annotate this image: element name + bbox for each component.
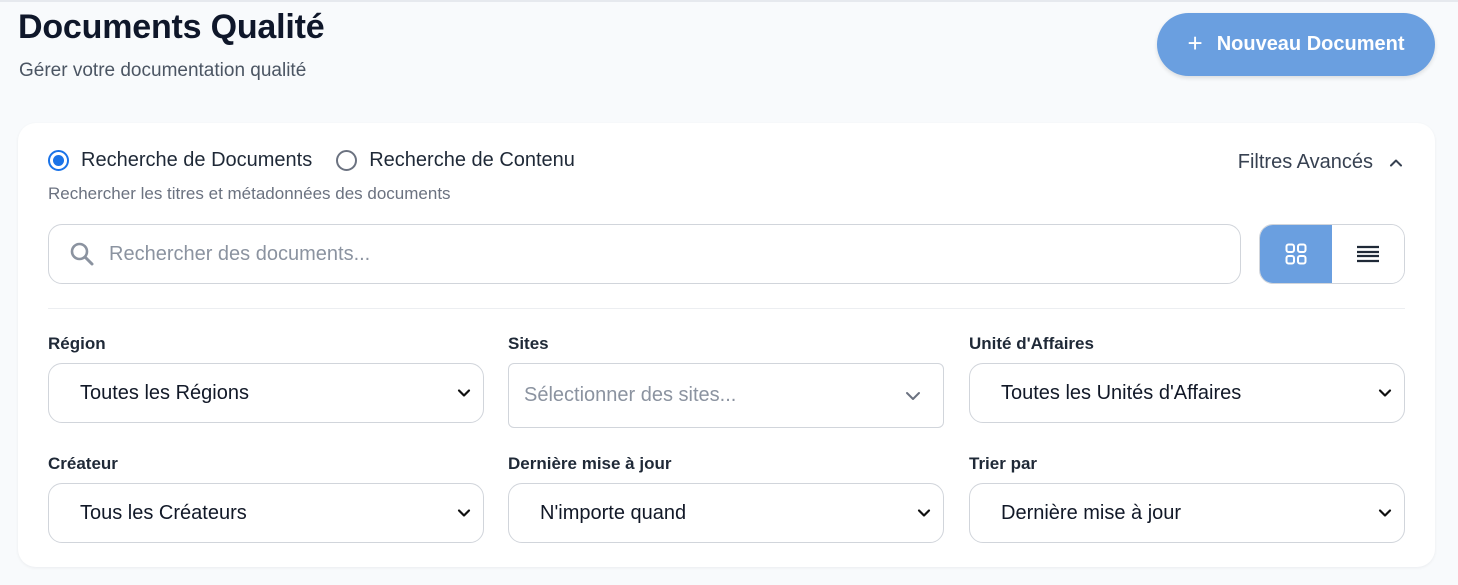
- last-update-label: Dernière mise à jour: [508, 454, 672, 473]
- filter-business-unit: Unité d'Affaires Toutes les Unités d'Aff…: [969, 334, 1405, 423]
- search-input[interactable]: [109, 242, 1240, 266]
- region-select-value: Toutes les Régions: [80, 381, 249, 404]
- radio-content-search[interactable]: Recherche de Contenu: [336, 149, 575, 172]
- filter-creator: Créateur Tous les Créateurs: [48, 454, 484, 543]
- plus-icon: +: [1187, 28, 1203, 58]
- creator-label: Créateur: [48, 454, 118, 473]
- creator-select[interactable]: Tous les Créateurs: [48, 483, 484, 543]
- region-label: Région: [48, 334, 106, 353]
- chevron-down-icon: [906, 391, 920, 400]
- grid-view-button[interactable]: [1260, 225, 1332, 283]
- creator-select-value: Tous les Créateurs: [80, 501, 247, 524]
- sites-placeholder: Sélectionner des sites...: [524, 384, 737, 406]
- filter-sites: Sites Sélectionner des sites...: [508, 334, 944, 428]
- divider: [48, 308, 1405, 309]
- sort-by-label: Trier par: [969, 454, 1038, 473]
- business-unit-select-value: Toutes les Unités d'Affaires: [1001, 381, 1242, 404]
- sites-multiselect[interactable]: Sélectionner des sites...: [508, 363, 944, 428]
- chevron-down-icon: [1378, 389, 1392, 397]
- filter-last-update: Dernière mise à jour N'importe quand: [508, 454, 944, 543]
- advanced-filters-label: Filtres Avancés: [1237, 151, 1373, 173]
- sites-label: Sites: [508, 334, 549, 353]
- business-unit-label: Unité d'Affaires: [969, 334, 1094, 353]
- filter-sort-by: Trier par Dernière mise à jour: [969, 454, 1405, 543]
- sort-by-select[interactable]: Dernière mise à jour: [969, 483, 1405, 543]
- chevron-down-icon: [457, 389, 471, 397]
- grid-icon: [1285, 243, 1307, 265]
- last-update-select[interactable]: N'importe quand: [508, 483, 944, 543]
- chevron-down-icon: [1378, 509, 1392, 517]
- sort-by-select-value: Dernière mise à jour: [1001, 501, 1182, 524]
- chevron-down-icon: [457, 509, 471, 517]
- search-mode-hint: Rechercher les titres et métadonnées des…: [48, 184, 451, 203]
- filter-region: Région Toutes les Régions: [48, 334, 484, 423]
- page-title: Documents Qualité: [18, 8, 325, 46]
- search-filter-panel: Recherche de Documents Recherche de Cont…: [18, 123, 1435, 567]
- search-mode-group: Recherche de Documents Recherche de Cont…: [48, 149, 599, 172]
- business-unit-select[interactable]: Toutes les Unités d'Affaires: [969, 363, 1405, 423]
- list-view-button[interactable]: [1332, 225, 1404, 283]
- radio-document-search-label: Recherche de Documents: [81, 149, 313, 171]
- search-icon: [70, 242, 94, 266]
- advanced-filters-toggle[interactable]: Filtres Avancés: [1238, 151, 1403, 174]
- new-document-button-label: Nouveau Document: [1216, 33, 1405, 55]
- region-select[interactable]: Toutes les Régions: [48, 363, 484, 423]
- radio-content-search-label: Recherche de Contenu: [369, 149, 575, 171]
- page-subtitle: Gérer votre documentation qualité: [19, 60, 307, 81]
- radio-button-checked[interactable]: [48, 150, 69, 171]
- list-icon: [1357, 245, 1379, 263]
- view-toggle: [1259, 224, 1405, 284]
- radio-document-search[interactable]: Recherche de Documents: [48, 149, 312, 172]
- new-document-button[interactable]: + Nouveau Document: [1157, 13, 1435, 76]
- chevron-up-icon: [1390, 159, 1402, 166]
- last-update-select-value: N'importe quand: [540, 501, 687, 524]
- radio-button-unchecked[interactable]: [336, 150, 358, 171]
- chevron-down-icon: [917, 509, 931, 517]
- search-field[interactable]: [48, 224, 1241, 284]
